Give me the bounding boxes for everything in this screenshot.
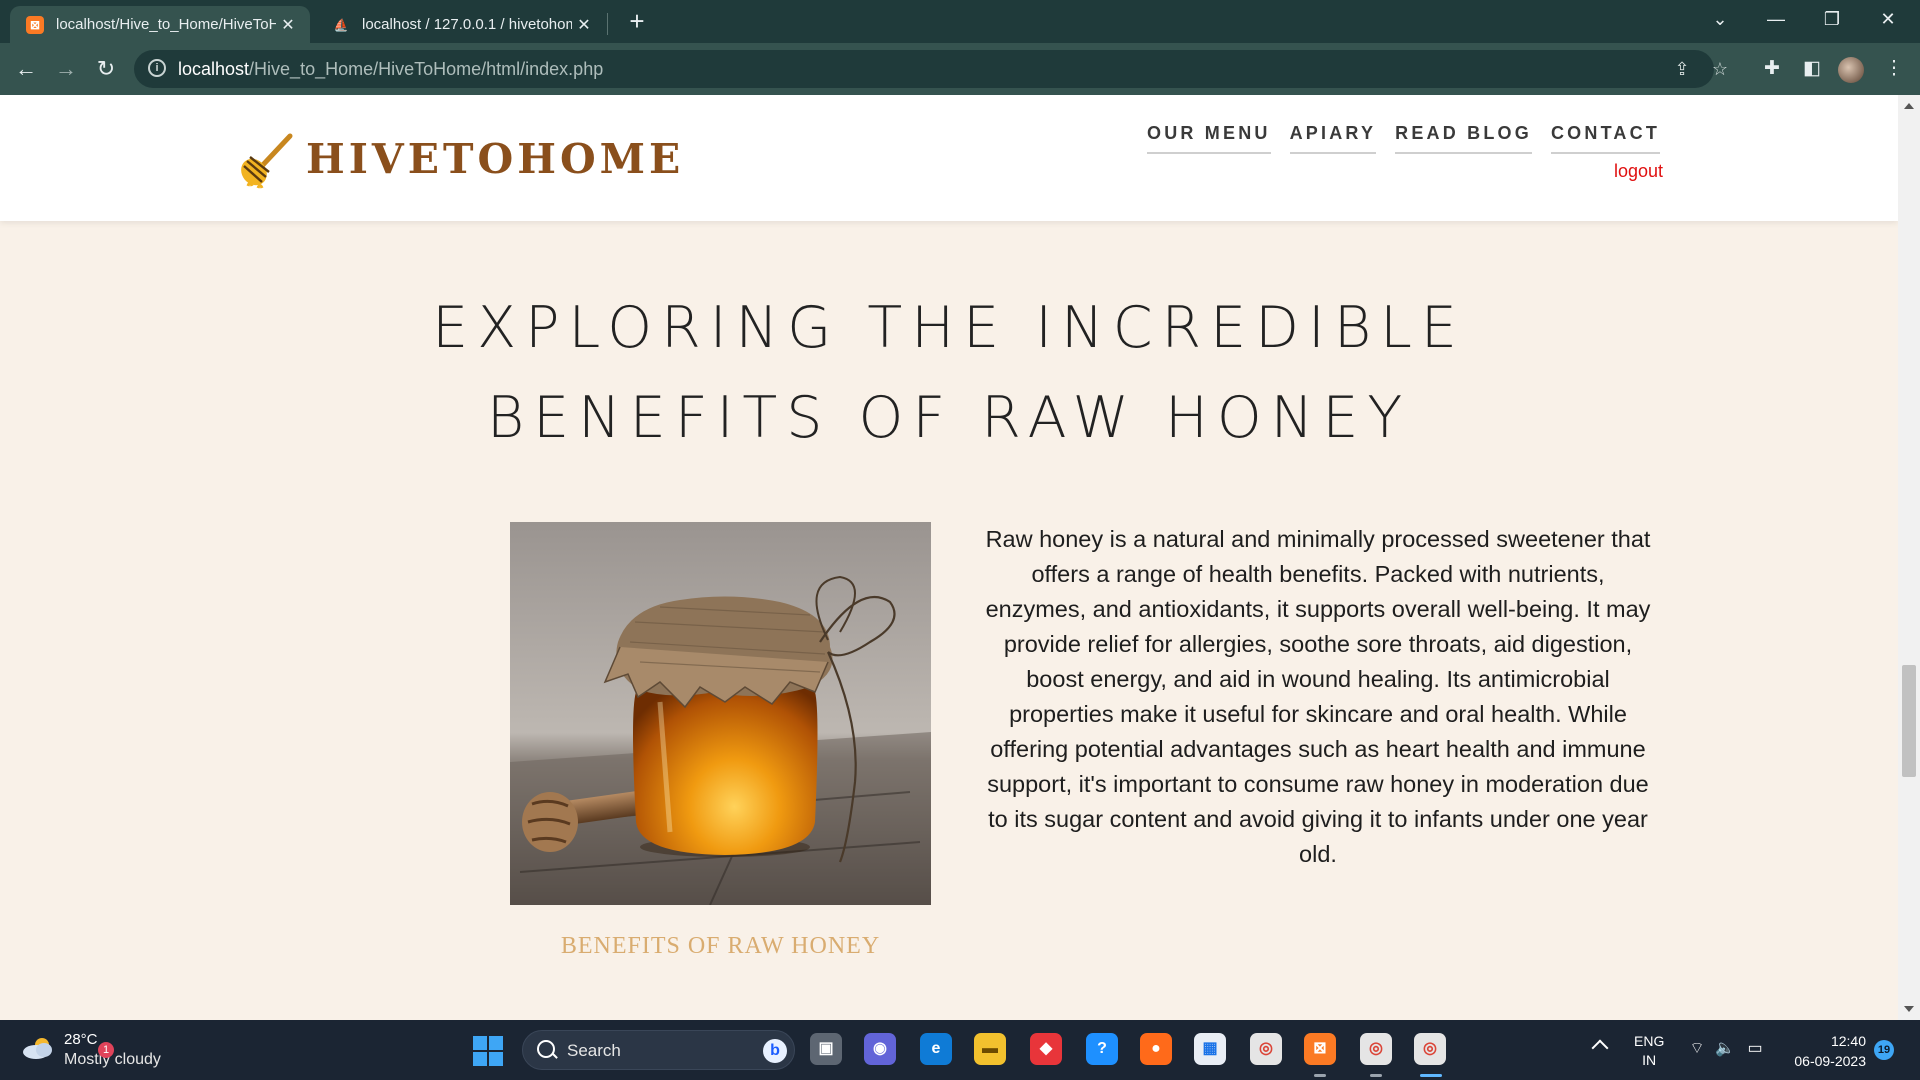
edge-browser-icon[interactable]: e: [920, 1033, 952, 1065]
site-logo-text[interactable]: HIVETOHOME: [306, 135, 684, 183]
xampp-icon[interactable]: ⊠: [1304, 1033, 1336, 1065]
share-icon[interactable]: ⇪: [1670, 57, 1694, 81]
region-code: IN: [1642, 1052, 1657, 1068]
extensions-puzzle-icon[interactable]: ✚: [1758, 55, 1786, 83]
teams-chat-icon[interactable]: ◉: [864, 1033, 896, 1065]
main-nav: OUR MENU APIARY READ BLOG CONTACT: [1147, 123, 1661, 154]
menu-kebab-icon[interactable]: ⋮: [1880, 55, 1908, 83]
url-path: /Hive_to_Home/HiveToHome/html/index.php: [249, 59, 604, 79]
battery-icon[interactable]: ▭: [1744, 1038, 1766, 1060]
side-panel-icon[interactable]: ◧: [1798, 55, 1826, 83]
bookmark-star-icon[interactable]: ☆: [1708, 57, 1732, 81]
volume-icon[interactable]: 🔈: [1714, 1038, 1736, 1060]
nav-apiary[interactable]: APIARY: [1289, 123, 1377, 154]
page-viewport: HIVETOHOME OUR MENU APIARY READ BLOG CON…: [0, 95, 1898, 1020]
back-arrow-icon[interactable]: ←: [10, 53, 42, 85]
scroll-thumb[interactable]: [1902, 665, 1916, 777]
phpmyadmin-icon: ⛵: [333, 17, 349, 32]
close-icon[interactable]: ✕: [276, 15, 300, 35]
taskbar-search-label: Search: [567, 1041, 621, 1060]
nav-read-blog[interactable]: READ BLOG: [1395, 123, 1532, 154]
file-explorer-icon[interactable]: ▬: [974, 1033, 1006, 1065]
system-clock[interactable]: 12:40 06-09-2023: [1780, 1031, 1866, 1071]
tab-title: localhost / 127.0.0.1 / hivetohom: [362, 16, 572, 33]
tab-search-chevron-icon[interactable]: ⌄: [1692, 0, 1748, 40]
clock-date: 06-09-2023: [1794, 1053, 1866, 1069]
forward-arrow-icon[interactable]: →: [50, 53, 82, 85]
image-caption: BENEFITS OF RAW HONEY: [560, 933, 881, 959]
logout-link[interactable]: logout: [1614, 161, 1663, 182]
close-icon[interactable]: ✕: [572, 15, 596, 35]
search-icon: [537, 1040, 555, 1058]
article-body: Raw honey is a natural and minimally pro…: [985, 526, 1651, 867]
tab-hivetohome[interactable]: ⊠ localhost/Hive_to_Home/HiveToH ✕: [10, 6, 310, 43]
anydesk-icon[interactable]: ◆: [1030, 1033, 1062, 1065]
input-language[interactable]: ENG IN: [1634, 1032, 1664, 1070]
site-header: HIVETOHOME OUR MENU APIARY READ BLOG CON…: [0, 95, 1898, 221]
scroll-up-arrow-icon[interactable]: [1904, 103, 1914, 109]
url-host: localhost: [178, 59, 250, 79]
language-code: ENG: [1634, 1033, 1665, 1049]
chrome-active-icon[interactable]: ◎: [1414, 1033, 1446, 1065]
restore-button[interactable]: ❐: [1804, 0, 1860, 40]
notification-count-badge[interactable]: 19: [1874, 1040, 1894, 1060]
article-title-text: EXPLORING THE INCREDIBLE BENEFITS OF RAW…: [432, 295, 1466, 451]
firefox-icon[interactable]: ●: [1140, 1033, 1172, 1065]
wifi-icon[interactable]: ⌔: [1686, 1038, 1708, 1060]
windows-start-icon[interactable]: [473, 1036, 503, 1066]
tab-title: localhost/Hive_to_Home/HiveToH: [56, 16, 276, 33]
site-info-icon[interactable]: i: [148, 59, 166, 77]
chrome-profile-icon[interactable]: ◎: [1360, 1033, 1392, 1065]
chrome-profile-running-indicator: [1370, 1074, 1382, 1077]
task-view-icon[interactable]: ▣: [810, 1033, 842, 1065]
xampp-running-indicator: [1314, 1074, 1326, 1077]
honey-dipper-logo-icon[interactable]: [238, 130, 298, 190]
new-tab-button[interactable]: +: [622, 6, 652, 36]
cloudy-weather-icon[interactable]: [22, 1036, 56, 1060]
chrome-active-indicator: [1420, 1074, 1442, 1077]
reload-icon[interactable]: ↻: [90, 53, 122, 85]
tips-app-icon[interactable]: ?: [1086, 1033, 1118, 1065]
weather-temperature[interactable]: 28°C: [64, 1031, 98, 1048]
address-bar[interactable]: i localhost/Hive_to_Home/HiveToHome/html…: [134, 50, 1728, 88]
browser-tab-strip: ⊠ localhost/Hive_to_Home/HiveToH ✕ ⛵ loc…: [0, 0, 1920, 43]
weather-notification-badge: 1: [98, 1042, 114, 1058]
nav-contact[interactable]: CONTACT: [1550, 123, 1661, 154]
honey-jar-image: [510, 522, 931, 905]
nav-our-menu[interactable]: OUR MENU: [1147, 123, 1271, 154]
scroll-down-arrow-icon[interactable]: [1904, 1006, 1914, 1012]
xampp-icon: ⊠: [26, 15, 44, 34]
minimize-button[interactable]: —: [1748, 0, 1804, 40]
article-title: EXPLORING THE INCREDIBLE BENEFITS OF RAW…: [0, 283, 1898, 463]
tab-phpmyadmin[interactable]: ⛵ localhost / 127.0.0.1 / hivetohom ✕: [316, 6, 606, 43]
bing-icon[interactable]: b: [763, 1039, 787, 1063]
browser-toolbar: ← → ↻ i localhost/Hive_to_Home/HiveToHom…: [0, 43, 1920, 95]
url-text[interactable]: localhost/Hive_to_Home/HiveToHome/html/i…: [178, 59, 603, 80]
chrome-icon[interactable]: ◎: [1250, 1033, 1282, 1065]
tab-divider: [607, 13, 608, 35]
taskbar-search[interactable]: Search b: [522, 1030, 795, 1070]
microsoft-store-icon[interactable]: ▦: [1194, 1033, 1226, 1065]
windows-taskbar: 28°C Mostly cloudy 1 Search b ▣ ◉ e ▬ ◆ …: [0, 1020, 1920, 1080]
page-scrollbar[interactable]: [1898, 95, 1920, 1020]
clock-time: 12:40: [1830, 1033, 1866, 1049]
close-window-button[interactable]: ✕: [1860, 0, 1916, 40]
tray-overflow-chevron-icon[interactable]: [1591, 1039, 1609, 1057]
profile-avatar[interactable]: [1838, 57, 1864, 83]
